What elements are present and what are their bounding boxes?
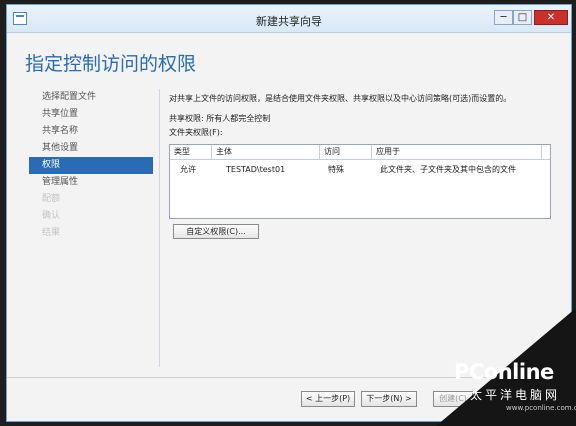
minimize-button[interactable]: ─	[494, 10, 513, 25]
watermark-url: www.pconline.com.cn	[506, 404, 576, 412]
column-header-applies-to[interactable]: 应用于	[372, 145, 542, 159]
nav-step-other-settings[interactable]: 其他设置	[29, 140, 153, 157]
permissions-content: 对共享上文件的访问权限，是结合使用文件夹权限、共享权限以及中心访问策略(可选)而…	[169, 93, 561, 138]
column-header-type[interactable]: 类型	[170, 145, 212, 159]
nav-step-results: 结果	[42, 228, 61, 238]
nav-step-share-name[interactable]: 共享名称	[29, 123, 153, 140]
cell-principal: TESTAD\test01	[226, 165, 286, 174]
customize-permissions-button[interactable]: 自定义权限(C)...	[173, 224, 259, 239]
column-header-principal[interactable]: 主体	[212, 145, 320, 159]
folder-permissions-table[interactable]: 类型 主体 访问 应用于 允许 TESTAD\test01 特殊 此文件夹、子文…	[169, 144, 551, 219]
nav-step-quota: 配额	[42, 194, 61, 204]
title-bar: 新建共享向导 ─ □ ✕	[7, 5, 571, 33]
page-title: 指定控制访问的权限	[25, 53, 197, 75]
watermark-subtitle: 太平洋电脑网	[470, 388, 561, 402]
cell-access: 特殊	[328, 165, 344, 174]
wizard-steps-nav: 选择配置文件 共享位置 共享名称 其他设置 权限 管理属性 配额 确认 结果	[29, 89, 153, 242]
folder-permission-label: 文件夹权限(F):	[169, 128, 223, 137]
table-header: 类型 主体 访问 应用于	[170, 145, 550, 160]
window-title: 新建共享向导	[256, 15, 322, 28]
pconline-watermark: PConline 太平洋电脑网 www.pconline.com.cn	[448, 346, 576, 422]
table-row[interactable]: 允许 TESTAD\test01 特殊 此文件夹、子文件夹及其中包含的文件	[170, 162, 550, 177]
nav-step-select-profile[interactable]: 选择配置文件	[29, 89, 153, 106]
previous-button[interactable]: < 上一步(P)	[301, 391, 355, 407]
permissions-description: 对共享上文件的访问权限，是结合使用文件夹权限、共享权限以及中心访问策略(可选)而…	[169, 94, 512, 103]
close-button[interactable]: ✕	[534, 10, 568, 25]
next-button[interactable]: 下一步(N) >	[361, 391, 417, 407]
nav-divider	[159, 89, 160, 367]
cell-type: 允许	[180, 165, 196, 174]
nav-step-confirmation: 确认	[42, 211, 61, 221]
cell-applies-to: 此文件夹、子文件夹及其中包含的文件	[380, 165, 516, 174]
column-header-access[interactable]: 访问	[320, 145, 372, 159]
nav-step-management-properties[interactable]: 管理属性	[29, 174, 153, 191]
watermark-logo: PConline	[454, 360, 554, 384]
nav-step-share-location[interactable]: 共享位置	[29, 106, 153, 123]
nav-step-permissions[interactable]: 权限	[29, 157, 153, 174]
maximize-button[interactable]: □	[513, 10, 532, 25]
share-permission-text: 共享权限: 所有人都完全控制	[169, 114, 271, 123]
